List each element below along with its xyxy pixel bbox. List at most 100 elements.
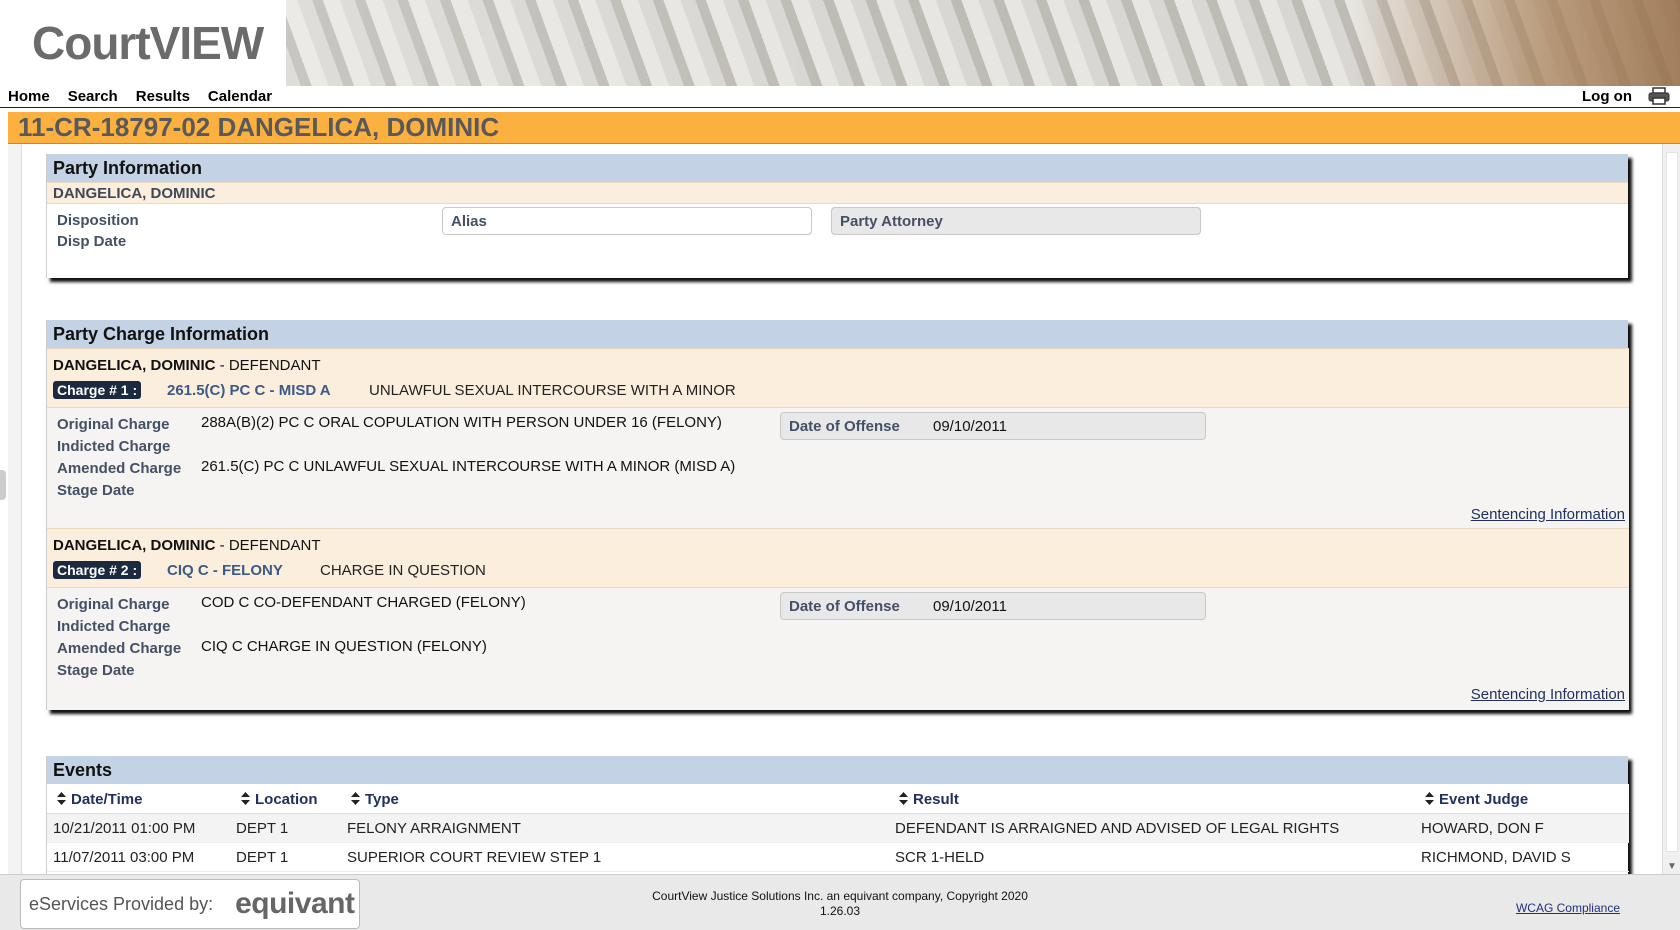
sentencing-information-link[interactable]: Sentencing Information: [1471, 686, 1625, 703]
top-nav: Home Search Results Calendar Log on: [0, 86, 1680, 108]
party-name: DANGELICA, DOMINIC: [53, 184, 216, 202]
header-banner-image: [286, 0, 1680, 86]
indicted-charge-label: Indicted Charge: [57, 618, 171, 635]
nav-search[interactable]: Search: [68, 88, 118, 105]
sort-icon: [1425, 792, 1434, 805]
defendant-role: - DEFENDANT: [215, 357, 321, 374]
cell-date-time: 10/21/2011 01:00 PM: [53, 820, 196, 837]
column-date-time[interactable]: Date/Time: [57, 791, 142, 808]
cell-event-judge: HOWARD, DON F: [1421, 820, 1544, 837]
cell-location: DEPT 1: [236, 849, 289, 866]
disp-date-label: Disp Date: [57, 233, 127, 250]
charge-description: UNLAWFUL SEXUAL INTERCOURSE WITH A MINOR: [369, 382, 736, 399]
cell-result: SCR 1-HELD: [895, 849, 985, 866]
collapse-handle[interactable]: [0, 470, 6, 500]
nav-calendar[interactable]: Calendar: [208, 88, 272, 105]
vertical-scrollbar[interactable]: ▼: [1662, 144, 1680, 874]
charge-details: Original Charge COD C CO-DEFENDANT CHARG…: [47, 588, 1629, 710]
cell-event-judge: RICHMOND, DAVID S: [1421, 849, 1571, 866]
column-location[interactable]: Location: [241, 791, 318, 808]
table-row[interactable]: 11/07/2011 03:00 PM DEPT 1 SUPERIOR COUR…: [47, 843, 1629, 872]
charge-details: Original Charge 288A(B)(2) PC C ORAL COP…: [47, 408, 1629, 528]
case-title: 11-CR-18797-02 DANGELICA, DOMINIC: [18, 112, 500, 142]
cell-result: DEFENDANT IS ARRAIGNED AND ADVISED OF LE…: [895, 820, 1340, 837]
column-event-judge[interactable]: Event Judge: [1425, 791, 1528, 808]
events-table-header: Date/Time Location Type Result Event Jud…: [47, 784, 1629, 814]
panel-header: Events: [47, 756, 1628, 784]
logon-link[interactable]: Log on: [1582, 88, 1632, 105]
panel-title: Events: [53, 759, 113, 780]
defendant-name: DANGELICA, DOMINIC: [53, 537, 216, 554]
defendant-name: DANGELICA, DOMINIC: [53, 357, 216, 374]
charge-badge: Charge # 2 :: [53, 561, 142, 579]
column-label: Date/Time: [71, 791, 143, 808]
column-result[interactable]: Result: [899, 791, 959, 808]
charge-description: CHARGE IN QUESTION: [320, 562, 486, 579]
alias-label: Alias: [451, 212, 487, 230]
wcag-compliance-link[interactable]: WCAG Compliance: [1516, 901, 1620, 915]
version-text: 1.26.03: [819, 904, 861, 918]
party-charge-panel: Party Charge Information DANGELICA, DOMI…: [46, 320, 1629, 710]
date-of-offense-label: Date of Offense: [789, 417, 900, 435]
stage-date-label: Stage Date: [57, 662, 135, 679]
original-charge-value: 288A(B)(2) PC C ORAL COPULATION WITH PER…: [201, 414, 722, 431]
column-label: Type: [365, 791, 399, 808]
column-label: Location: [255, 791, 318, 808]
header: CourtVIEW: [0, 0, 1680, 86]
charge-code: CIQ C - FELONY: [167, 562, 283, 579]
events-panel: Events Date/Time Location Type Result Ev…: [46, 756, 1629, 874]
amended-charge-label: Amended Charge: [57, 640, 182, 657]
original-charge-label: Original Charge: [57, 416, 170, 433]
alias-box: Alias: [442, 207, 812, 235]
cell-location: DEPT 1: [236, 820, 289, 837]
nav-results[interactable]: Results: [136, 88, 190, 105]
disposition-label: Disposition: [57, 212, 139, 229]
print-icon[interactable]: [1648, 87, 1670, 105]
cell-type: FELONY ARRAIGNMENT: [347, 820, 521, 837]
case-title-bar: 11-CR-18797-02 DANGELICA, DOMINIC: [8, 112, 1680, 144]
copyright-text: CourtView Justice Solutions Inc. an equi…: [652, 889, 1028, 903]
charge-badge: Charge # 1 :: [53, 381, 142, 399]
courtview-logo[interactable]: CourtVIEW: [0, 0, 286, 86]
defendant-role: - DEFENDANT: [215, 537, 321, 554]
date-of-offense-value: 09/10/2011: [933, 597, 1007, 615]
column-type[interactable]: Type: [351, 791, 399, 808]
sort-icon: [351, 792, 360, 805]
defendant-line: DANGELICA, DOMINIC - DEFENDANT: [53, 537, 321, 554]
table-row[interactable]: 10/21/2011 01:00 PM DEPT 1 FELONY ARRAIG…: [47, 814, 1629, 843]
stage-date-label: Stage Date: [57, 482, 135, 499]
original-charge-value: COD C CO-DEFENDANT CHARGED (FELONY): [201, 594, 526, 611]
party-name-row: DANGELICA, DOMINIC: [47, 182, 1628, 204]
copyright-notice: CourtView Justice Solutions Inc. an equi…: [600, 889, 1080, 919]
column-label: Event Judge: [1439, 791, 1529, 808]
amended-charge-value: 261.5(C) PC C UNLAWFUL SEXUAL INTERCOURS…: [201, 458, 736, 475]
nav-home[interactable]: Home: [8, 88, 50, 105]
scroll-down-icon[interactable]: ▼: [1667, 861, 1677, 872]
scrollbar-thumb[interactable]: [1666, 152, 1678, 852]
original-charge-label: Original Charge: [57, 596, 170, 613]
defendant-line: DANGELICA, DOMINIC - DEFENDANT: [53, 357, 321, 374]
date-of-offense-value: 09/10/2011: [933, 417, 1007, 435]
charge-header: DANGELICA, DOMINIC - DEFENDANT Charge # …: [47, 528, 1629, 588]
cell-date-time: 11/07/2011 03:00 PM: [53, 849, 195, 866]
main-content: Party Information DANGELICA, DOMINIC Dis…: [22, 144, 1662, 874]
panel-header: Party Information: [47, 154, 1628, 182]
eservices-label: eServices Provided by:: [29, 893, 214, 914]
panel-title: Party Charge Information: [53, 323, 270, 344]
date-of-offense-box: Date of Offense 09/10/2011: [780, 412, 1206, 440]
charge-code: 261.5(C) PC C - MISD A: [167, 382, 331, 399]
party-attorney-label: Party Attorney: [840, 212, 943, 230]
indicted-charge-label: Indicted Charge: [57, 438, 171, 455]
date-of-offense-box: Date of Offense 09/10/2011: [780, 592, 1206, 620]
party-attorney-box: Party Attorney: [831, 207, 1201, 235]
equivant-logo: equivant: [235, 887, 355, 920]
cell-type: SUPERIOR COURT REVIEW STEP 1: [347, 849, 602, 866]
logo-text: CourtVIEW: [32, 17, 264, 69]
sort-icon: [57, 792, 66, 805]
left-frame: [8, 144, 22, 874]
panel-header: Party Charge Information: [47, 320, 1628, 348]
panel-title: Party Information: [53, 157, 203, 178]
sentencing-information-link[interactable]: Sentencing Information: [1471, 506, 1625, 523]
charge-header: DANGELICA, DOMINIC - DEFENDANT Charge # …: [47, 348, 1629, 408]
date-of-offense-label: Date of Offense: [789, 597, 900, 615]
